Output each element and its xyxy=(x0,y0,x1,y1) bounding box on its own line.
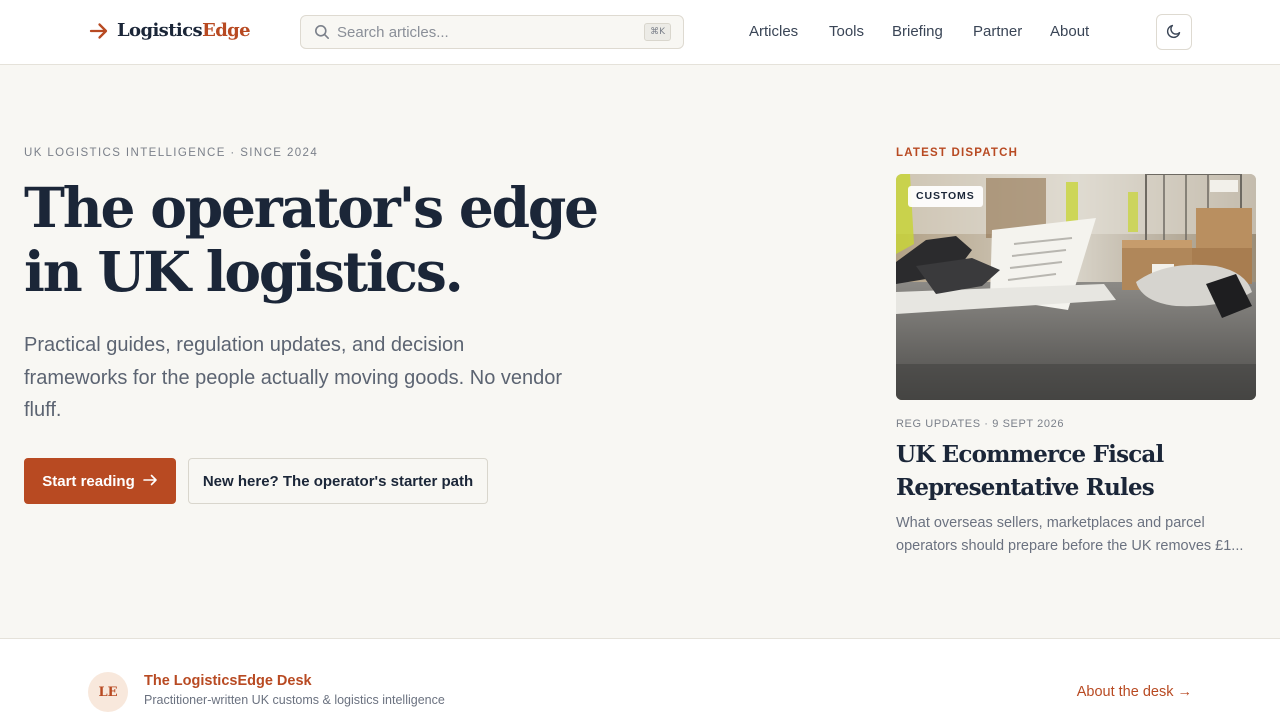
arrow-right-icon xyxy=(89,22,109,40)
article-meta: REG UPDATES · 9 SEPT 2026 xyxy=(896,418,1065,430)
arrow-right-icon xyxy=(142,473,158,490)
nav-item-tools[interactable]: Tools xyxy=(829,23,864,40)
search-shortcut-badge: ⌘K xyxy=(644,23,671,41)
article-excerpt: What overseas sellers, marketplaces and … xyxy=(896,515,1244,554)
latest-dispatch-label: LATEST DISPATCH xyxy=(896,147,1019,159)
brand-logo[interactable]: LogisticsEdge xyxy=(89,20,251,41)
nav-item-articles[interactable]: Articles xyxy=(749,23,798,40)
search-input[interactable] xyxy=(337,22,637,42)
starter-path-button[interactable]: New here? The operator's starter path xyxy=(188,458,488,504)
article-category-badge: CUSTOMS xyxy=(908,186,983,207)
nav-item-briefing[interactable]: Briefing xyxy=(892,23,943,40)
about-desk-link[interactable]: About the desk → xyxy=(1077,684,1192,700)
site-header: LogisticsEdge ⌘K Articles Tools Briefing… xyxy=(0,0,1280,65)
hero-subcopy: Practical guides, regulation updates, an… xyxy=(24,334,563,421)
search-icon xyxy=(314,24,330,45)
start-reading-label: Start reading xyxy=(42,472,135,490)
brand-name-accent: Edge xyxy=(202,20,251,41)
desk-name: The LogisticsEdge Desk xyxy=(144,673,312,689)
brand-name-primary: Logistics xyxy=(117,20,203,41)
desk-footer: LE The LogisticsEdge Desk Practitioner-w… xyxy=(0,638,1280,720)
hero-headline: The operator's edge in UK logistics. xyxy=(24,175,599,304)
article-image[interactable] xyxy=(896,174,1256,400)
theme-toggle-button[interactable] xyxy=(1156,14,1192,50)
nav-item-about[interactable]: About xyxy=(1050,23,1089,40)
moon-icon xyxy=(1166,23,1182,42)
desk-description: Practitioner-written UK customs & logist… xyxy=(144,693,445,707)
article-title-link[interactable]: UK Ecommerce Fiscal Representative Rules xyxy=(896,438,1256,504)
avatar: LE xyxy=(88,672,128,712)
hero-eyebrow: UK LOGISTICS INTELLIGENCE · SINCE 2024 xyxy=(24,147,319,159)
search-bar[interactable]: ⌘K xyxy=(300,15,684,49)
nav-item-partner[interactable]: Partner xyxy=(973,23,1022,40)
brand-name: LogisticsEdge xyxy=(117,20,251,41)
start-reading-button[interactable]: Start reading xyxy=(24,458,176,504)
